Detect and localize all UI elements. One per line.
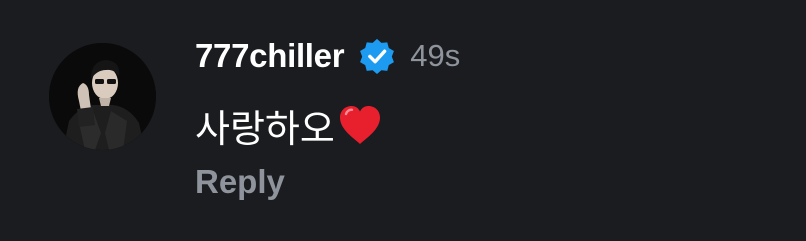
comment-body: 사랑하오 xyxy=(195,100,383,151)
username[interactable]: 777chiller xyxy=(195,37,345,75)
avatar[interactable] xyxy=(49,43,156,150)
verified-badge-icon xyxy=(358,37,396,75)
comment-text: 사랑하오 xyxy=(195,106,335,151)
comment-header: 777chiller 49s xyxy=(195,34,460,78)
avatar-image xyxy=(49,43,156,150)
reply-button[interactable]: Reply xyxy=(195,163,285,201)
comment-item: 777chiller 49s 사랑하오 Reply xyxy=(0,0,806,241)
timestamp: 49s xyxy=(410,38,461,73)
red-heart-icon xyxy=(337,104,383,146)
